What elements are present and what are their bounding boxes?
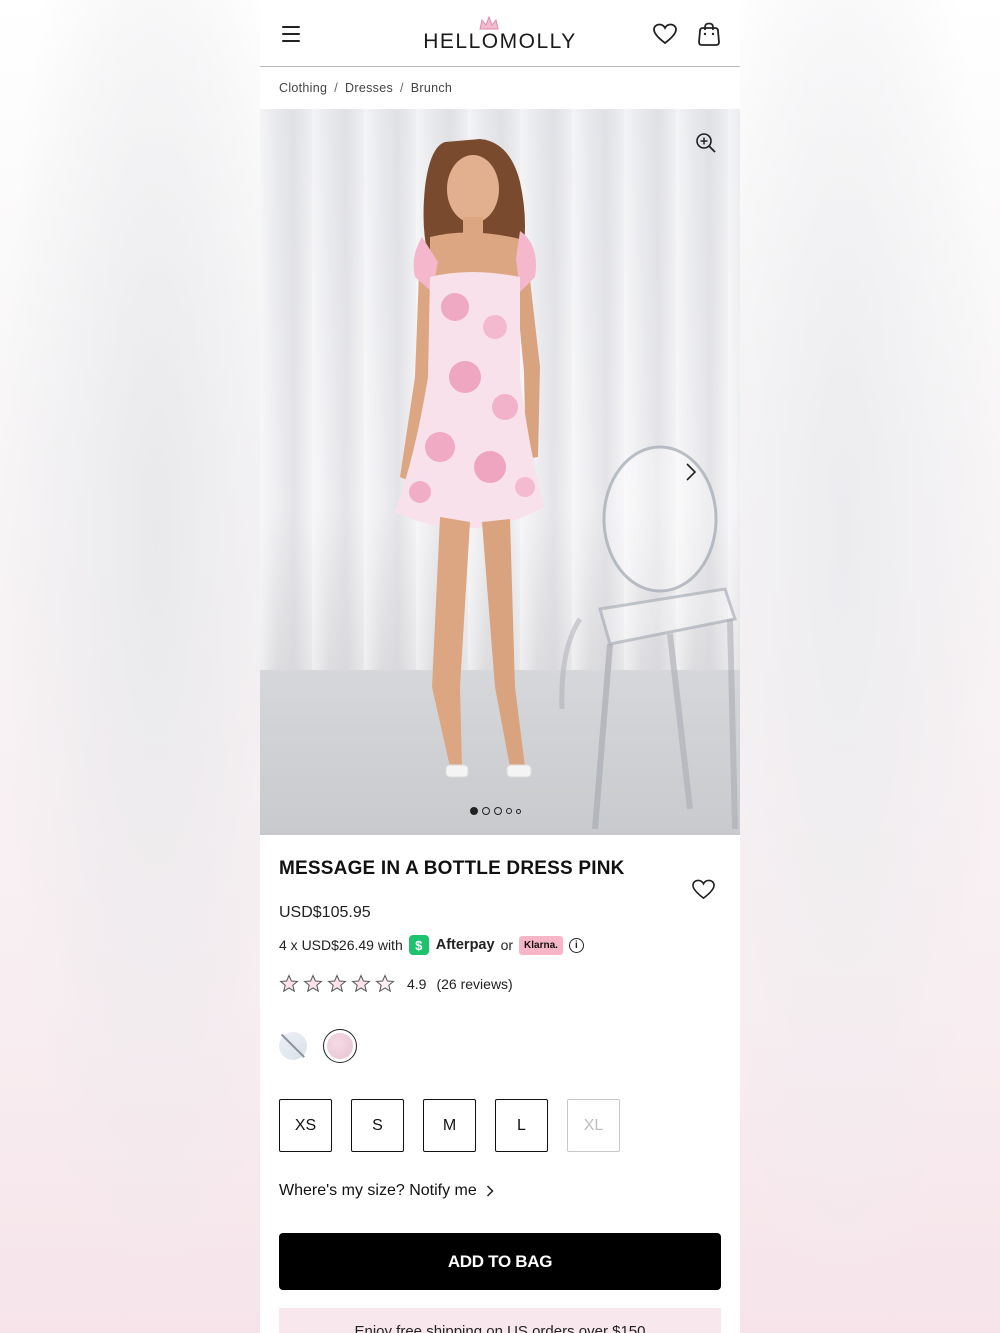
- product-price: USD$105.95: [279, 904, 371, 921]
- pagination-dot[interactable]: [470, 807, 478, 815]
- color-swatch-white[interactable]: [279, 1032, 307, 1060]
- afterpay-label: Afterpay: [435, 937, 495, 953]
- star-icon: [327, 974, 347, 993]
- chevron-right-icon: [486, 1185, 494, 1197]
- chevron-right-icon[interactable]: [684, 461, 698, 483]
- add-to-wishlist-heart-icon[interactable]: [691, 878, 716, 901]
- background-left: [0, 0, 260, 1333]
- crown-logo-icon: [479, 15, 499, 30]
- site-header: HELLOMOLLY: [260, 0, 740, 67]
- color-swatches: [279, 1029, 721, 1063]
- gallery-pagination: [470, 807, 521, 815]
- breadcrumb-separator: /: [400, 81, 404, 95]
- model-wearing-dress-image: [395, 139, 545, 778]
- size-selector: XS S M L XL: [279, 1099, 721, 1152]
- afterpay-logo-icon: $: [408, 935, 429, 955]
- heart-icon[interactable]: [652, 22, 678, 46]
- or-label: or: [500, 937, 514, 953]
- product-title: MESSAGE IN A BOTTLE DRESS PINK: [279, 858, 625, 879]
- size-option-m[interactable]: M: [423, 1099, 476, 1152]
- add-to-bag-button[interactable]: ADD TO BAG: [279, 1233, 721, 1290]
- installment-payment-info: 4 x USD$26.49 with $ Afterpay or Klarna.…: [279, 935, 721, 955]
- installments-text: 4 x USD$26.49 with: [279, 937, 403, 953]
- breadcrumb-separator: /: [334, 81, 339, 95]
- pagination-dot[interactable]: [516, 808, 521, 814]
- notify-size-text: Where's my size? Notify me: [279, 1182, 477, 1199]
- size-option-xl[interactable]: XL: [567, 1099, 620, 1152]
- rating-value: 4.9: [407, 975, 427, 992]
- star-icon: [375, 974, 395, 993]
- star-icon: [279, 974, 299, 993]
- breadcrumb: Clothing / Dresses / Brunch: [260, 67, 740, 109]
- product-info: MESSAGE IN A BOTTLE DRESS PINK USD$105.9…: [260, 858, 740, 1333]
- pagination-dot[interactable]: [494, 807, 502, 815]
- review-count[interactable]: (26 reviews): [436, 976, 512, 992]
- product-image-gallery[interactable]: [260, 109, 740, 835]
- size-option-xs[interactable]: XS: [279, 1099, 332, 1152]
- info-icon[interactable]: i: [568, 937, 584, 953]
- free-shipping-banner: Enjoy free shipping on US orders over $1…: [279, 1308, 721, 1333]
- klarna-badge: Klarna.: [519, 935, 563, 955]
- pagination-dot[interactable]: [506, 808, 512, 814]
- notify-size-link[interactable]: Where's my size? Notify me: [279, 1182, 721, 1200]
- star-icon: [303, 974, 323, 993]
- product-page: HELLOMOLLY Clothing / Dresses / Brunch M…: [260, 0, 740, 1333]
- star-rating: [279, 974, 395, 993]
- product-rating[interactable]: 4.9 (26 reviews): [279, 974, 721, 993]
- background-right: [740, 0, 1000, 1333]
- star-icon: [351, 974, 371, 993]
- zoom-in-icon[interactable]: [695, 132, 717, 154]
- pagination-dot[interactable]: [482, 807, 490, 815]
- size-option-s[interactable]: S: [351, 1099, 404, 1152]
- color-swatch-pink-selected[interactable]: [323, 1029, 357, 1063]
- breadcrumb-brunch[interactable]: Brunch: [411, 81, 452, 95]
- breadcrumb-clothing[interactable]: Clothing: [279, 81, 327, 95]
- shopping-bag-icon[interactable]: [696, 21, 722, 47]
- breadcrumb-dresses[interactable]: Dresses: [345, 81, 393, 95]
- size-option-l[interactable]: L: [495, 1099, 548, 1152]
